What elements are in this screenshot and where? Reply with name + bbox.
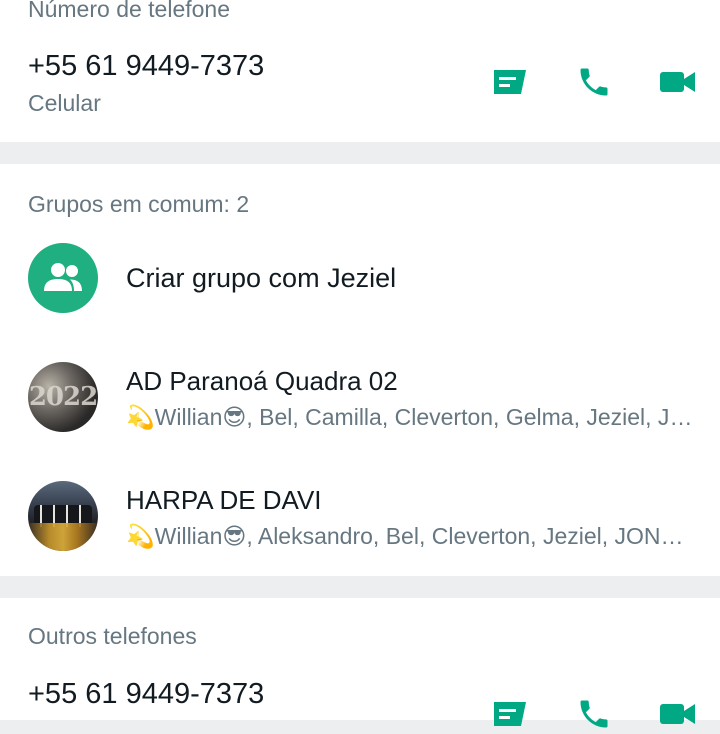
avatar-photo-stage bbox=[28, 523, 98, 551]
group-members: 💫Willian😎, Bel, Camilla, Cleverton, Gelm… bbox=[126, 404, 696, 430]
common-groups-card: Grupos em comum: 2 Criar grupo com Jezie… bbox=[0, 164, 720, 576]
video-icon[interactable] bbox=[658, 62, 698, 102]
phone-section-title: Número de telefone bbox=[28, 0, 231, 22]
group-name: AD Paranoá Quadra 02 bbox=[126, 366, 398, 396]
message-icon[interactable] bbox=[490, 694, 530, 734]
group-avatar bbox=[28, 481, 98, 551]
phone-number[interactable]: +55 61 9449-7373 bbox=[28, 50, 264, 83]
phone-number-card: Número de telefone +55 61 9449-7373 Celu… bbox=[0, 0, 720, 142]
other-phones-card: Outros telefones +55 61 9449-7373 bbox=[0, 598, 720, 728]
group-avatar-text: 2022 bbox=[28, 382, 98, 412]
phone-icon[interactable] bbox=[574, 62, 614, 102]
groups-section-title: Grupos em comum: 2 bbox=[28, 191, 250, 217]
group-members: 💫Willian😎, Aleksandro, Bel, Cleverton, J… bbox=[126, 523, 696, 549]
create-group-label: Criar grupo com Jeziel bbox=[126, 263, 397, 293]
message-icon[interactable] bbox=[490, 62, 530, 102]
others-section-title: Outros telefones bbox=[28, 623, 197, 649]
group-avatar: 2022 bbox=[28, 362, 98, 432]
phone-type-label: Celular bbox=[28, 90, 101, 116]
phone-icon[interactable] bbox=[574, 694, 614, 734]
video-icon[interactable] bbox=[658, 694, 698, 734]
group-add-icon bbox=[28, 243, 98, 313]
group-name: HARPA DE DAVI bbox=[126, 485, 322, 515]
other-phone-number[interactable]: +55 61 9449-7373 bbox=[28, 678, 264, 711]
